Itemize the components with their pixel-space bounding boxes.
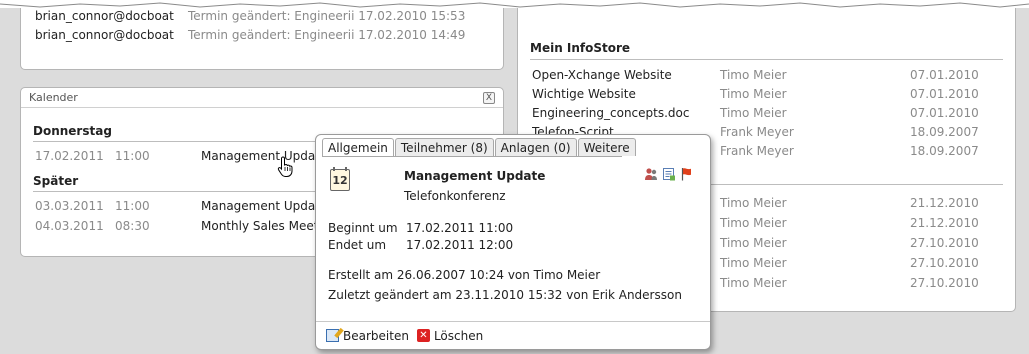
created-info: Erstellt am 26.06.2007 10:24 von Timo Me…: [328, 268, 601, 282]
document-date: 07.01.2010: [910, 87, 979, 101]
document-owner: Timo Meier: [720, 276, 787, 290]
document-name[interactable]: Engineering_concepts.doc: [532, 106, 720, 124]
delete-label: Löschen: [433, 328, 484, 343]
edit-button[interactable]: Bearbeiten: [326, 329, 409, 343]
mail-row[interactable]: brian_connor@docboat Termin geändert: En…: [35, 28, 465, 46]
mail-subject: Termin geändert: Engineerii 17.02.2010 1…: [188, 28, 466, 42]
document-owner: Frank Meyer: [720, 125, 794, 139]
tab-more[interactable]: Weitere: [577, 138, 636, 156]
hand-cursor-icon: [277, 156, 293, 177]
end-value: 17.02.2011 12:00: [406, 238, 514, 252]
document-name[interactable]: Wichtige Website: [532, 87, 720, 105]
mail-panel: brian_connor@docboat Termin geändert: En…: [20, 0, 504, 70]
appointment-date: 04.03.2011: [35, 219, 104, 233]
document-owner: Frank Meyer: [720, 144, 794, 158]
end-label: Endet um: [328, 238, 387, 252]
appointment-title[interactable]: Monthly Sales Meetin: [201, 219, 329, 237]
infostore-title: Mein InfoStore: [530, 41, 1003, 60]
participants-icon[interactable]: [644, 167, 658, 181]
begin-row: Beginnt um 17.02.2011 11:00: [328, 221, 513, 235]
infostore-row[interactable]: Wichtige Website Timo Meier 07.01.2010: [532, 87, 1002, 105]
appointment-time: 11:00: [115, 199, 150, 213]
tab-general[interactable]: Allgemein: [322, 138, 394, 156]
popup-subtitle: Telefonkonferenz: [404, 189, 506, 203]
popup-title: Management Update: [404, 169, 546, 183]
appointment-title[interactable]: Management Update: [201, 199, 327, 217]
appointment-row[interactable]: 03.03.2011 11:00 Management Update: [35, 199, 327, 217]
calendar-icon: 12: [330, 167, 350, 191]
appointment-row[interactable]: 04.03.2011 08:30 Monthly Sales Meetin: [35, 219, 329, 237]
delete-icon: ✕: [416, 329, 430, 342]
document-owner: Timo Meier: [720, 216, 787, 230]
document-owner: Timo Meier: [720, 256, 787, 270]
infostore-row[interactable]: Open-Xchange Website Timo Meier 07.01.20…: [532, 68, 1002, 86]
popup-footer: Bearbeiten ✕ Löschen: [316, 321, 710, 349]
mail-from: brian_connor@docboat: [35, 9, 174, 23]
notes-icon[interactable]: [662, 167, 676, 181]
document-date: 18.09.2007: [910, 125, 979, 139]
end-row: Endet um 17.02.2011 12:00: [328, 238, 513, 252]
appointment-title[interactable]: Management Update: [201, 149, 327, 167]
begin-value: 17.02.2011 11:00: [406, 221, 514, 235]
calendar-panel-header: Kalender X: [21, 88, 503, 108]
document-date: 18.09.2007: [910, 144, 979, 158]
mail-from: brian_connor@docboat: [35, 28, 174, 42]
appointment-popup: Allgemein Teilnehmer (8) Anlagen (0) Wei…: [315, 134, 711, 350]
popup-tabs: Allgemein Teilnehmer (8) Anlagen (0) Wei…: [322, 138, 637, 156]
modified-info: Zuletzt geändert am 23.11.2010 15:32 von…: [328, 288, 682, 302]
document-owner: Timo Meier: [720, 87, 787, 101]
tab-attachments[interactable]: Anlagen (0): [494, 138, 577, 156]
appointment-date: 03.03.2011: [35, 199, 104, 213]
torn-edge: [0, 0, 1029, 8]
document-date: 27.10.2010: [910, 236, 979, 250]
document-date: 21.12.2010: [910, 216, 979, 230]
tab-participants[interactable]: Teilnehmer (8): [394, 138, 494, 156]
edit-icon: [326, 329, 339, 342]
edit-label: Bearbeiten: [343, 328, 409, 343]
document-owner: Timo Meier: [720, 68, 787, 82]
close-icon[interactable]: X: [483, 91, 495, 104]
appointment-date: 17.02.2011: [35, 149, 104, 163]
document-date: 07.01.2010: [910, 106, 979, 120]
document-date: 21.12.2010: [910, 196, 979, 210]
popup-tool-icons: [644, 167, 694, 181]
infostore-row[interactable]: Engineering_concepts.doc Timo Meier 07.0…: [532, 106, 1002, 124]
calendar-panel-title: Kalender: [29, 91, 78, 104]
document-date: 07.01.2010: [910, 68, 979, 82]
appointment-time: 08:30: [115, 219, 150, 233]
document-owner: Timo Meier: [720, 106, 787, 120]
tab-underline: [322, 156, 622, 157]
begin-label: Beginnt um: [328, 221, 398, 235]
flag-icon[interactable]: [680, 167, 694, 181]
document-date: 27.10.2010: [910, 256, 979, 270]
document-date: 27.10.2010: [910, 276, 979, 290]
document-owner: Timo Meier: [720, 196, 787, 210]
document-name[interactable]: Open-Xchange Website: [532, 68, 720, 86]
delete-button[interactable]: ✕ Löschen: [416, 328, 484, 343]
mail-subject: Termin geändert: Engineerii 17.02.2010 1…: [188, 9, 466, 23]
document-owner: Timo Meier: [720, 236, 787, 250]
appointment-time: 11:00: [115, 149, 150, 163]
mail-row[interactable]: brian_connor@docboat Termin geändert: En…: [35, 9, 465, 27]
